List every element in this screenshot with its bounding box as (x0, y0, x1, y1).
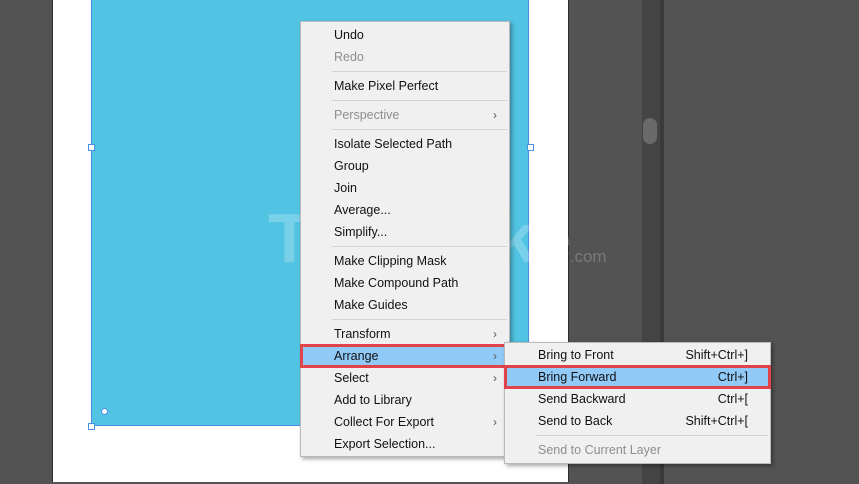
menu-separator (332, 319, 507, 320)
menu-item-join[interactable]: Join (301, 177, 509, 199)
menu-item-make-clipping-mask[interactable]: Make Clipping Mask (301, 250, 509, 272)
menu-separator (332, 246, 507, 247)
menu-item-make-compound-path[interactable]: Make Compound Path (301, 272, 509, 294)
shortcut-label: Ctrl+] (717, 370, 748, 384)
menu-item-arrange[interactable]: Arrange › (300, 344, 510, 368)
menu-separator (536, 435, 768, 436)
menu-item-collect-for-export[interactable]: Collect For Export › (301, 411, 509, 433)
menu-item-make-pixel-perfect[interactable]: Make Pixel Perfect (301, 75, 509, 97)
submenu-item-send-to-current-layer: Send to Current Layer (538, 443, 661, 457)
menu-item-add-to-library[interactable]: Add to Library (301, 389, 509, 411)
menu-item-make-guides[interactable]: Make Guides (301, 294, 509, 316)
shortcut-label: Ctrl+[ (717, 392, 748, 406)
submenu-item-send-to-back[interactable]: Send to Back Shift+Ctrl+[ (505, 410, 770, 432)
menu-item-group[interactable]: Group (301, 155, 509, 177)
menu-item-select[interactable]: Select › (301, 367, 509, 389)
menu-separator (332, 129, 507, 130)
chevron-right-icon: › (493, 415, 497, 429)
selection-handle-bottom-left[interactable] (88, 423, 95, 430)
menu-separator (332, 71, 507, 72)
menu-group-history: Undo Redo (301, 24, 509, 68)
selection-handle-right[interactable] (527, 144, 534, 151)
menu-item-average[interactable]: Average... (301, 199, 509, 221)
menu-item-isolate-selected-path[interactable]: Isolate Selected Path (301, 133, 509, 155)
menu-item-perspective: Perspective › (301, 104, 509, 126)
menu-item-simplify[interactable]: Simplify... (301, 221, 509, 243)
menu-item-undo[interactable]: Undo (301, 24, 509, 46)
scrollbar-thumb[interactable] (643, 118, 657, 144)
submenu-item-bring-to-front[interactable]: Bring to Front Shift+Ctrl+] (505, 344, 770, 366)
arrange-submenu: Bring to Front Shift+Ctrl+] Bring Forward… (504, 342, 771, 464)
chevron-right-icon: › (493, 349, 497, 363)
context-menu: Undo Redo Make Pixel Perfect Perspective… (300, 21, 510, 457)
submenu-item-bring-forward[interactable]: Bring Forward Ctrl+] (504, 365, 771, 389)
chevron-right-icon: › (493, 327, 497, 341)
submenu-item-send-backward[interactable]: Send Backward Ctrl+[ (505, 388, 770, 410)
chevron-right-icon: › (493, 371, 497, 385)
menu-item-transform[interactable]: Transform › (301, 323, 509, 345)
shortcut-label: Shift+Ctrl+] (685, 348, 748, 362)
menu-separator (332, 100, 507, 101)
selection-handle-left[interactable] (88, 144, 95, 151)
chevron-right-icon: › (493, 108, 497, 122)
rotation-origin-icon[interactable] (101, 408, 108, 415)
menu-item-redo: Redo (334, 50, 364, 64)
menu-item-export-selection[interactable]: Export Selection... (301, 433, 509, 455)
shortcut-label: Shift+Ctrl+[ (685, 414, 748, 428)
